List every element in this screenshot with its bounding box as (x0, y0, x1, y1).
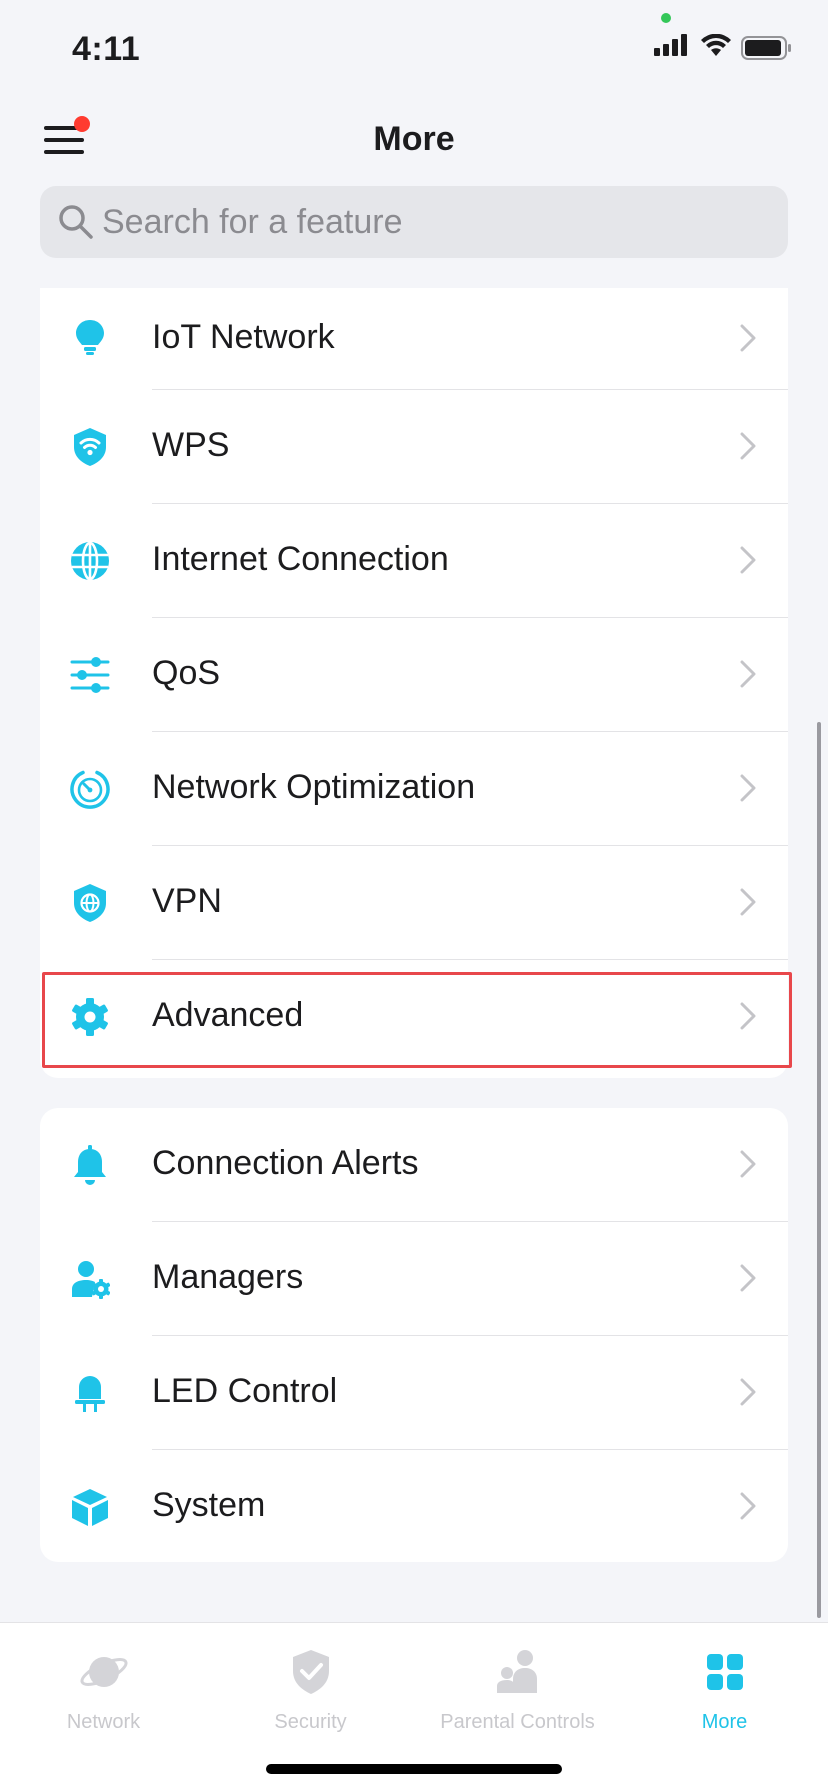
scrollbar[interactable] (817, 722, 821, 1618)
tab-more[interactable]: More (621, 1647, 828, 1734)
grid-icon (706, 1654, 743, 1690)
privacy-indicator (661, 13, 671, 23)
chevron-right-icon (740, 1150, 756, 1178)
chevron-right-icon (740, 432, 756, 460)
search-bar[interactable] (40, 186, 788, 258)
settings-list: Connection Alerts Managers LED Control S… (40, 1108, 788, 1562)
chevron-right-icon (740, 1492, 756, 1520)
home-indicator (266, 1764, 562, 1774)
list-item-label: IoT Network (152, 318, 335, 356)
globe-icon (71, 541, 109, 581)
list-item-label: System (152, 1486, 266, 1524)
list-item-label: Network Optimization (152, 768, 476, 806)
list-item-label: Internet Connection (152, 540, 449, 578)
led-icon (75, 1376, 105, 1412)
search-icon (59, 205, 93, 239)
tab-security[interactable]: Security (207, 1647, 414, 1734)
tab-network[interactable]: Network (0, 1647, 207, 1734)
tab-label: Network (66, 1711, 141, 1733)
battery-icon (741, 36, 791, 60)
tab-parental-controls[interactable]: Parental Controls (414, 1647, 621, 1734)
page-title: More (373, 120, 455, 158)
list-item-internet-connection[interactable]: Internet Connection (40, 504, 788, 618)
cube-icon (72, 1489, 108, 1526)
chevron-right-icon (740, 1264, 756, 1292)
tab-label: More (701, 1711, 748, 1733)
family-icon (496, 1650, 537, 1693)
list-item-vpn[interactable]: VPN (40, 846, 788, 960)
sliders-icon (70, 657, 110, 693)
chevron-right-icon (740, 324, 756, 352)
list-item-network-optimization[interactable]: Network Optimization (40, 732, 788, 846)
list-item-iot-network[interactable]: IoT Network (40, 288, 788, 390)
search-input[interactable] (102, 186, 762, 258)
list-item-connection-alerts[interactable]: Connection Alerts (40, 1108, 788, 1222)
cellular-signal-icon (654, 34, 687, 56)
wifi-shield-icon (74, 428, 106, 466)
chevron-right-icon (740, 660, 756, 688)
lightbulb-icon (76, 320, 104, 355)
speedometer-icon (70, 770, 110, 809)
vpn-shield-icon (74, 884, 106, 922)
status-bar: 4:11 (0, 0, 828, 100)
list-item-advanced[interactable]: Advanced (40, 960, 788, 1074)
list-item-label: LED Control (152, 1372, 338, 1410)
list-item-label: WPS (152, 426, 230, 464)
list-item-system[interactable]: System (40, 1450, 788, 1564)
tab-label: Parental Controls (440, 1711, 595, 1733)
list-item-led-control[interactable]: LED Control (40, 1336, 788, 1450)
list-item-label: Connection Alerts (152, 1144, 419, 1182)
chevron-right-icon (740, 546, 756, 574)
status-time: 4:11 (72, 30, 141, 68)
bell-icon (74, 1145, 106, 1185)
list-item-label: QoS (152, 654, 221, 692)
list-item-label: Managers (152, 1258, 304, 1296)
chevron-right-icon (740, 1378, 756, 1406)
tab-label: Security (274, 1711, 347, 1733)
chevron-right-icon (740, 774, 756, 802)
manager-icon (72, 1261, 110, 1299)
shield-check-icon (292, 1650, 329, 1694)
chevron-right-icon (740, 888, 756, 916)
wifi-icon (701, 34, 731, 56)
gear-icon (72, 998, 108, 1036)
list-item-label: Advanced (152, 996, 304, 1034)
list-item-managers[interactable]: Managers (40, 1222, 788, 1336)
features-list: IoT Network WPS Internet Connection QoS … (40, 288, 788, 1078)
list-item-wps[interactable]: WPS (40, 390, 788, 504)
planet-icon (79, 1657, 128, 1687)
list-item-label: VPN (152, 882, 222, 920)
chevron-right-icon (740, 1002, 756, 1030)
list-item-qos[interactable]: QoS (40, 618, 788, 732)
